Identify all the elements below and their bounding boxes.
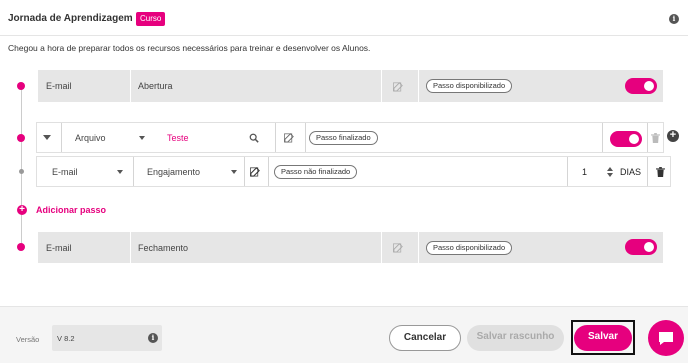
type-badge: Curso <box>136 12 166 26</box>
save-draft-button[interactable]: Salvar rascunho <box>467 325 564 351</box>
edit-icon[interactable] <box>250 157 261 186</box>
timeline-node <box>17 134 25 142</box>
header-bar: Jornada de Aprendizagem Curso i <box>0 0 688 36</box>
collapse-toggle[interactable] <box>43 123 51 152</box>
step-row-engajamento: E-mail Engajamento Passo não finalizado … <box>36 156 671 187</box>
info-icon[interactable]: i <box>148 333 158 343</box>
status-badge: Passo finalizado <box>309 130 378 145</box>
channel-select-label: E-mail <box>52 166 78 177</box>
version-value: V 8.2 <box>57 334 75 343</box>
step-name: Fechamento <box>138 242 189 253</box>
step-channel: E-mail <box>46 81 72 91</box>
version-field: V 8.2 i <box>52 325 162 351</box>
cancel-button[interactable]: Cancelar <box>389 325 461 351</box>
footer-bar: Versão V 8.2 i Cancelar Salvar rascunho … <box>0 306 688 363</box>
step-toggle[interactable] <box>625 78 657 94</box>
status-badge: Passo disponibilizado <box>426 240 513 255</box>
step-name: Abertura <box>138 81 173 91</box>
version-label: Versão <box>16 335 40 344</box>
step-toggle[interactable] <box>610 131 642 147</box>
search-icon[interactable] <box>249 123 259 152</box>
edit-icon[interactable] <box>284 123 295 152</box>
chevron-down-icon[interactable] <box>139 123 145 152</box>
chevron-down-icon[interactable] <box>231 157 237 186</box>
chat-button[interactable] <box>648 320 684 356</box>
timeline-node <box>17 243 25 251</box>
trash-icon[interactable] <box>656 157 665 186</box>
add-step-link[interactable]: Adicionar passo <box>36 205 106 215</box>
step-row-abertura: E-mail Abertura Passo disponibilizado <box>38 70 663 102</box>
file-value[interactable]: Teste <box>167 133 189 143</box>
step-row-fechamento: E-mail Fechamento Passo disponibilizado <box>38 232 663 263</box>
step-row-arquivo: Arquivo Teste Passo finalizado <box>36 122 664 153</box>
timeline-subnode <box>19 169 24 174</box>
name-select-label: Engajamento <box>147 166 201 177</box>
info-icon[interactable]: i <box>669 14 679 24</box>
days-input[interactable]: 1 <box>582 167 587 177</box>
days-unit-label: DIAS <box>620 166 642 177</box>
days-stepper[interactable] <box>607 157 613 186</box>
chat-icon <box>659 332 673 345</box>
trash-icon[interactable] <box>651 123 660 152</box>
timeline-node <box>17 82 25 90</box>
page-description: Chegou a hora de preparar todos os recur… <box>8 43 371 53</box>
chevron-down-icon[interactable] <box>117 157 123 186</box>
type-select[interactable]: Arquivo <box>75 123 106 152</box>
channel-select[interactable]: E-mail <box>52 157 78 186</box>
step-toggle[interactable] <box>625 239 657 255</box>
save-button[interactable]: Salvar <box>574 325 632 351</box>
page-title: Jornada de Aprendizagem <box>8 13 133 24</box>
edit-icon[interactable] <box>393 70 404 102</box>
name-select[interactable]: Engajamento <box>147 157 200 186</box>
add-substep-icon[interactable]: + <box>667 130 679 142</box>
add-step-icon[interactable]: + <box>17 205 27 215</box>
timeline-line <box>21 86 22 246</box>
type-select-label: Arquivo <box>75 132 106 143</box>
edit-icon[interactable] <box>393 232 404 263</box>
step-channel: E-mail <box>46 242 72 253</box>
status-badge: Passo disponibilizado <box>426 79 513 93</box>
status-badge: Passo não finalizado <box>274 164 358 179</box>
